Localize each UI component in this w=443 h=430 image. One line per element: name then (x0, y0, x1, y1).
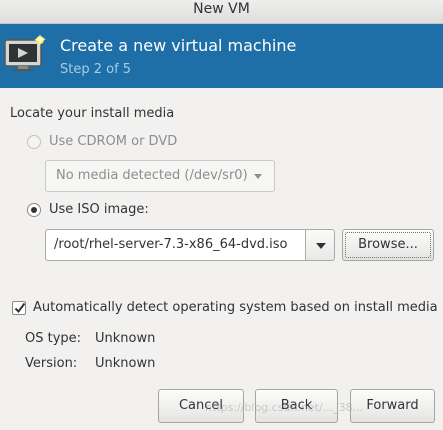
cdrom-device-value: No media detected (/dev/sr0) (56, 168, 248, 183)
wizard-header-banner: Create a new virtual machine Step 2 of 5 (0, 24, 443, 88)
checkmark-icon (14, 302, 26, 313)
auto-detect-os-label: Automatically detect operating system ba… (33, 300, 438, 315)
os-version-label: Version: (25, 356, 78, 371)
install-media-section-label: Locate your install media (10, 106, 175, 121)
back-button[interactable]: Back (255, 389, 338, 423)
cdrom-radio-button[interactable] (27, 134, 41, 149)
auto-detect-os-checkbox[interactable] (12, 300, 26, 315)
iso-radio-label: Use ISO image: (49, 202, 149, 217)
auto-detect-os-option[interactable]: Automatically detect operating system ba… (12, 300, 438, 315)
iso-radio-option[interactable]: Use ISO image: (27, 202, 149, 217)
os-type-value: Unknown (95, 331, 156, 346)
iso-path-value: /root/rhel-server-7.3-x86_64-dvd.iso (54, 237, 288, 252)
os-type-label: OS type: (25, 331, 82, 346)
forward-button[interactable]: Forward (350, 389, 435, 423)
iso-history-dropdown-button[interactable] (305, 229, 335, 261)
os-version-value: Unknown (95, 356, 156, 371)
window-titlebar[interactable]: New VM (0, 0, 443, 24)
cancel-button[interactable]: Cancel (158, 389, 244, 423)
cancel-button-label: Cancel (178, 398, 224, 413)
chevron-down-icon (316, 243, 326, 249)
browse-button[interactable]: Browse... (342, 229, 434, 261)
chevron-down-icon (254, 174, 262, 179)
forward-button-label: Forward (366, 398, 419, 413)
cdrom-radio-option[interactable]: Use CDROM or DVD (27, 134, 177, 149)
monitor-with-star-icon (4, 34, 48, 74)
cdrom-device-combo[interactable]: No media detected (/dev/sr0) (45, 160, 275, 192)
cdrom-radio-label: Use CDROM or DVD (49, 134, 178, 149)
back-button-label: Back (280, 398, 313, 413)
browse-button-label: Browse... (358, 237, 418, 252)
window-title: New VM (193, 1, 250, 17)
wizard-heading: Create a new virtual machine (60, 36, 297, 55)
iso-radio-button[interactable] (27, 202, 41, 217)
iso-path-input[interactable]: /root/rhel-server-7.3-x86_64-dvd.iso (45, 229, 305, 261)
wizard-step-indicator: Step 2 of 5 (60, 62, 132, 77)
